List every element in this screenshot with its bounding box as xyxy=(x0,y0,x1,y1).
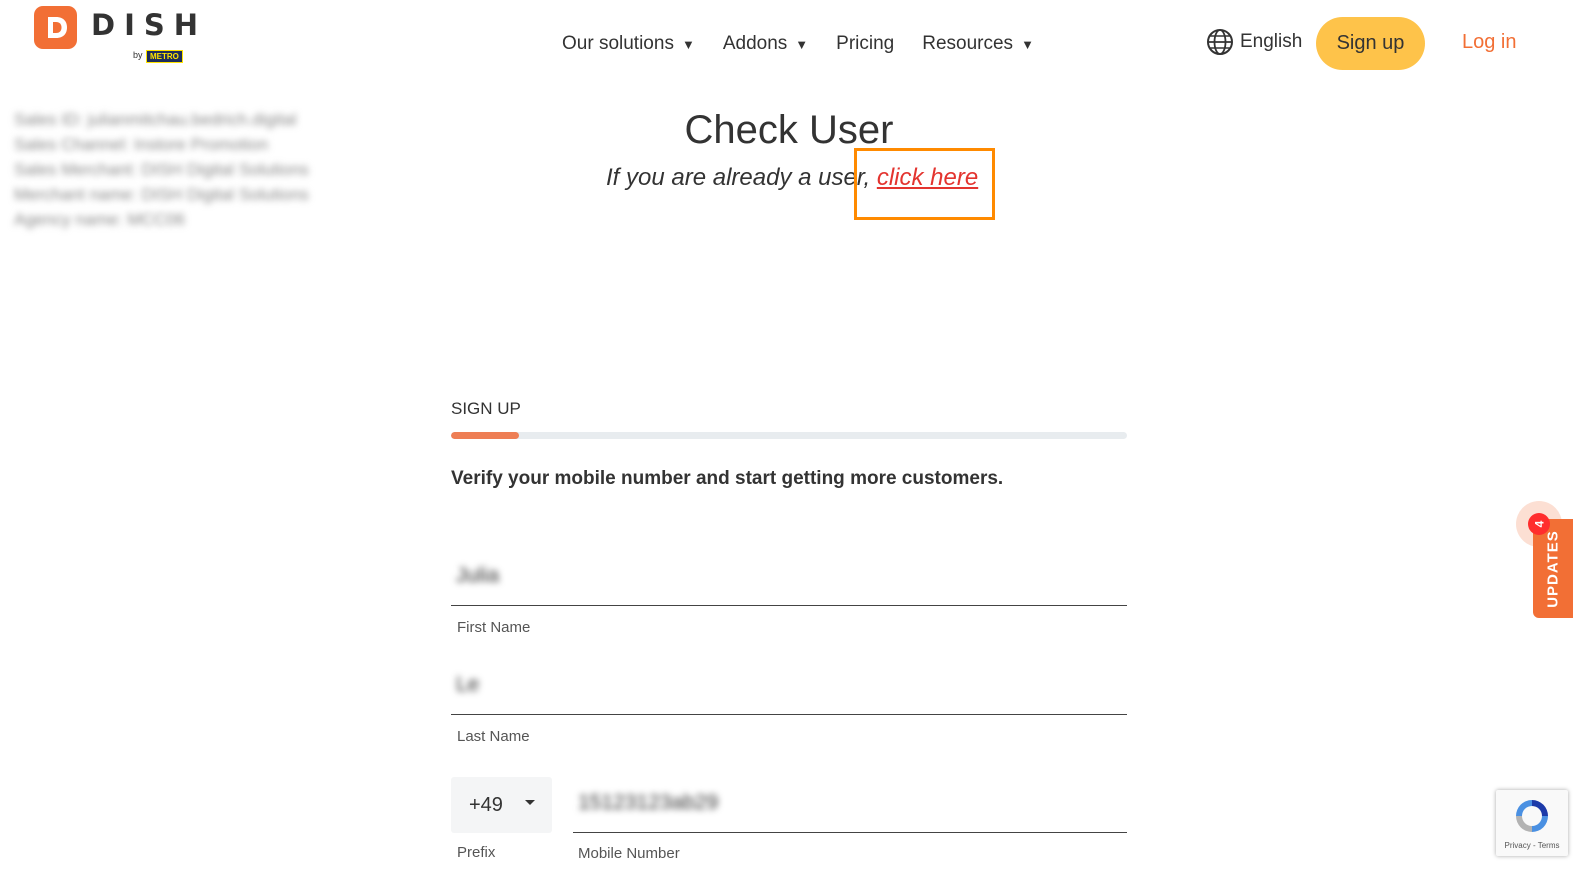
first-name-label: First Name xyxy=(457,619,531,636)
caret-down-icon: ▼ xyxy=(681,36,695,52)
last-name-underline xyxy=(451,714,1127,715)
nav-item-addons[interactable]: Addons ▼ xyxy=(723,33,808,55)
nav-item-label: Resources xyxy=(922,33,1014,54)
caret-down-icon: ▼ xyxy=(795,36,809,52)
sales-info-line: Agency name: MCC06 xyxy=(14,210,186,229)
updates-label: UPDATES xyxy=(1544,529,1562,608)
dish-logo[interactable]: DISH by METRO xyxy=(34,6,198,63)
chevron-down-icon xyxy=(525,800,535,805)
dish-logo-icon xyxy=(34,6,77,49)
nav-item-label: Addons xyxy=(722,33,788,54)
check-user-title: Check User xyxy=(684,108,894,152)
sign-up-progress-fill xyxy=(451,432,519,439)
log-in-link[interactable]: Log in xyxy=(1462,31,1517,54)
last-name-field[interactable]: Le xyxy=(451,667,1127,717)
main-nav: Our solutions ▼ Addons ▼ Pricing Resourc… xyxy=(562,30,1062,58)
globe-icon xyxy=(1207,29,1233,55)
language-label: English xyxy=(1240,31,1303,52)
nav-item-resources[interactable]: Resources ▼ xyxy=(922,33,1034,55)
last-name-label: Last Name xyxy=(457,728,530,745)
last-name-value: Le xyxy=(456,673,480,696)
click-here-link[interactable]: click here xyxy=(877,164,978,191)
dish-logo-text: DISH xyxy=(91,8,208,42)
first-name-value: Julia xyxy=(456,564,500,587)
sign-up-section-label: SIGN UP xyxy=(451,399,521,418)
mobile-number-label: Mobile Number xyxy=(578,845,680,862)
language-selector[interactable]: English xyxy=(1206,28,1302,56)
verify-headline: Verify your mobile number and start gett… xyxy=(451,468,1004,489)
nav-item-label: Pricing xyxy=(836,33,895,54)
caret-down-icon: ▼ xyxy=(1021,36,1034,52)
nav-item-pricing[interactable]: Pricing xyxy=(836,33,894,55)
updates-count: 4 xyxy=(1532,520,1546,528)
check-user-subtitle: If you are already a user, click here xyxy=(606,164,978,192)
prefix-value: +49 xyxy=(469,793,503,816)
mobile-number-value: 15123123ab29 xyxy=(578,791,719,814)
mobile-number-underline xyxy=(573,832,1127,833)
sign-up-progress-bar xyxy=(451,432,1127,439)
check-user-prefix: If you are already a user, xyxy=(606,164,871,191)
recaptcha-icon xyxy=(1516,800,1548,832)
mobile-number-field[interactable]: 15123123ab29 xyxy=(573,785,1127,835)
nav-item-our-solutions[interactable]: Our solutions ▼ xyxy=(562,33,695,55)
prefix-label: Prefix xyxy=(457,844,496,861)
nav-item-label: Our solutions xyxy=(562,33,674,54)
recaptcha-links[interactable]: Privacy - Terms xyxy=(1496,841,1568,850)
metro-logo: METRO xyxy=(146,50,183,63)
sales-info-line: Merchant name: DISH Digital Solutions xyxy=(14,185,309,204)
sign-up-button[interactable]: Sign up xyxy=(1316,17,1425,70)
first-name-field[interactable]: Julia xyxy=(451,558,1127,608)
sales-info-line: Sales Merchant: DISH Digital Solutions xyxy=(14,160,309,179)
updates-count-badge: 4 xyxy=(1528,513,1550,535)
recaptcha-badge[interactable]: Privacy - Terms xyxy=(1496,790,1568,856)
prefix-select[interactable]: +49 xyxy=(451,777,552,833)
first-name-underline xyxy=(451,605,1127,606)
logo-by-text: by xyxy=(133,50,143,60)
